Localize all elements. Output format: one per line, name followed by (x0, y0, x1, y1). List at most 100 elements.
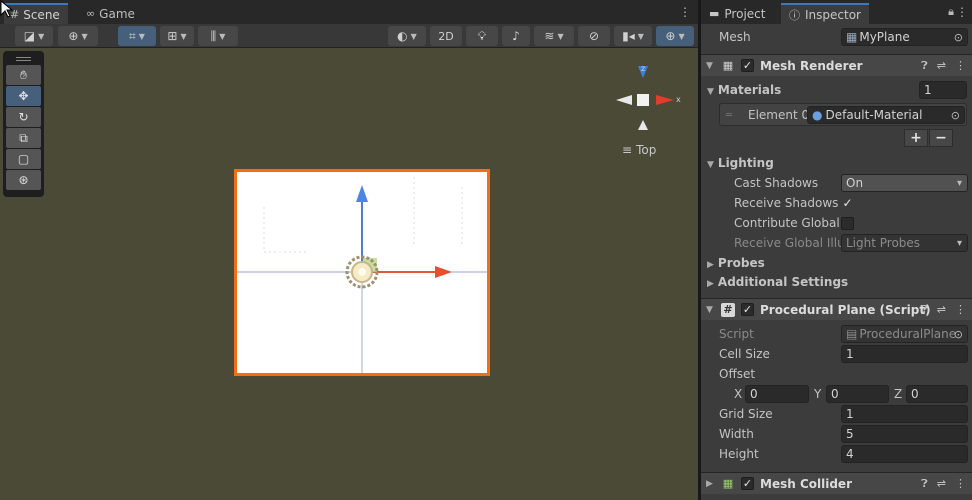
y-axis-arrow-icon (356, 185, 368, 202)
grid-snapping-button[interactable]: ⌗ ▼ (118, 26, 156, 46)
receive-shadows-checkbox[interactable]: ✓ (841, 197, 854, 210)
scale-tool-button[interactable]: ⧉ (6, 128, 41, 148)
material-sphere-icon: ● (812, 108, 823, 122)
camera-icon: ▮◂ (622, 29, 635, 43)
add-element-button[interactable]: + (904, 129, 928, 147)
inspector-menu-icon[interactable]: ⋮ (956, 5, 968, 19)
effects-layers-icon: ≋ (544, 29, 555, 43)
global-toggle-button[interactable]: ⊕ ▼ (58, 26, 98, 46)
help-icon[interactable]: ❓︎ (921, 59, 928, 73)
materials-label[interactable]: ▼ Materials (707, 83, 781, 97)
mesh-collider-enabled-checkbox[interactable]: ✓ (741, 477, 754, 490)
contribute-gi-checkbox[interactable] (841, 216, 854, 230)
component-menu-icon[interactable]: ⋮ (955, 303, 966, 317)
tab-project[interactable]: ▬ Project (701, 3, 773, 24)
light-bulb-icon: 💡︎ (477, 28, 487, 43)
additional-settings-foldout[interactable]: ▶ Additional Settings (707, 275, 848, 289)
remove-element-button[interactable]: − (929, 129, 953, 147)
offset-z-label[interactable]: Z (894, 387, 902, 401)
height-label[interactable]: Height (719, 447, 759, 461)
reorder-handle-icon[interactable]: ═ (726, 110, 732, 121)
foldout-arrow-icon[interactable]: ▼ (706, 305, 713, 315)
mode-2d-button[interactable]: 2D (430, 26, 462, 46)
script-field: ▤ ProceduralPlane ⊙ (841, 325, 968, 343)
object-picker-icon[interactable]: ⊙ (951, 109, 960, 122)
tab-game[interactable]: ∞ Game (80, 3, 143, 24)
shading-mode-button[interactable]: ◐ ▼ (388, 26, 426, 46)
mesh-collider-header[interactable]: ▶ ▦ ✓ Mesh Collider ❓︎ ⇌ ⋮ (701, 472, 972, 494)
help-icon[interactable]: ❓︎ (921, 477, 928, 491)
lock-icon[interactable]: 🔒︎ (948, 5, 954, 19)
grid-size-label[interactable]: Grid Size (719, 407, 773, 421)
offset-y-label[interactable]: Y (814, 387, 821, 401)
mesh-renderer-enabled-checkbox[interactable]: ✓ (741, 59, 754, 72)
scene-menu-icon[interactable]: ⋮ (679, 5, 691, 19)
probes-foldout[interactable]: ▶ Probes (707, 256, 765, 270)
width-label[interactable]: Width (719, 427, 754, 441)
materials-count-field[interactable]: 1 (919, 81, 967, 99)
offset-y-field[interactable]: 0 (826, 385, 889, 403)
snap-increment-button[interactable]: ⊞ ▼ (160, 26, 194, 46)
cell-size-field[interactable]: 1 (841, 345, 968, 363)
hidden-objects-button[interactable]: ⊘ (578, 26, 610, 46)
procedural-plane-enabled-checkbox[interactable]: ✓ (741, 303, 754, 316)
orientation-gizmo[interactable]: z x (612, 62, 684, 132)
transform-tool-button[interactable]: ⊛ (6, 170, 41, 190)
height-value: 4 (846, 447, 854, 461)
chevron-down-icon: ▼ (410, 31, 417, 41)
grid-size-row: Grid Size 1 (701, 404, 972, 424)
width-field[interactable]: 5 (841, 425, 968, 443)
offset-x-label[interactable]: X (734, 387, 742, 401)
effects-button[interactable]: ≋ ▼ (534, 26, 574, 46)
mesh-field[interactable]: ▦ MyPlane ⊙ (841, 28, 968, 46)
cell-size-label[interactable]: Cell Size (719, 347, 770, 361)
help-icon[interactable]: ❓︎ (921, 303, 928, 317)
tools-drag-handle[interactable] (6, 54, 41, 64)
offset-z-field[interactable]: 0 (906, 385, 968, 403)
foldout-arrow-icon[interactable]: ▶ (706, 479, 713, 489)
selected-plane-object[interactable] (234, 169, 490, 376)
presets-icon[interactable]: ⇌ (937, 59, 946, 73)
camera-settings-button[interactable]: ▮◂ ▼ (614, 26, 652, 46)
cast-shadows-dropdown[interactable]: On (841, 174, 968, 192)
hand-tool-button[interactable]: ✋︎ (6, 65, 41, 85)
width-row: Width 5 (701, 424, 972, 444)
height-field[interactable]: 4 (841, 445, 968, 463)
chevron-down-icon: ▼ (557, 31, 564, 41)
offset-x-field[interactable]: 0 (745, 385, 809, 403)
rotate-tool-button[interactable]: ↻ (6, 107, 41, 127)
tab-inspector[interactable]: ⓘ Inspector (781, 3, 869, 24)
view-orientation-label[interactable]: ≡ Top (622, 143, 656, 157)
presets-icon[interactable]: ⇌ (937, 477, 946, 491)
gizmos-button[interactable]: ⊕ ▼ (656, 26, 694, 46)
draw-mode-button[interactable]: ◪ ▼ (15, 26, 53, 46)
inspector-panel: ▬ Project ⓘ Inspector 🔒︎ ⋮ Mesh ▦ MyPlan… (701, 0, 972, 500)
audio-toggle-button[interactable]: ♪ (502, 26, 530, 46)
component-menu-icon[interactable]: ⋮ (955, 477, 966, 491)
move-icon: ✥ (18, 89, 29, 103)
gamepad-icon: ∞ (86, 7, 96, 20)
receive-shadows-label: Receive Shadows (734, 196, 839, 210)
chevron-down-icon: ▼ (38, 31, 45, 41)
foldout-arrow-icon[interactable]: ▼ (706, 61, 713, 71)
receive-gi-label: Receive Global Illu (734, 236, 845, 250)
mesh-renderer-title: Mesh Renderer (760, 58, 863, 73)
hand-icon: ✋︎ (20, 67, 27, 82)
procedural-plane-title: Procedural Plane (Script) (760, 302, 931, 317)
height-row: Height 4 (701, 444, 972, 464)
offset-label: Offset (719, 367, 756, 381)
grid-size-field[interactable]: 1 (841, 405, 968, 423)
procedural-plane-header[interactable]: ▼ # ✓ Procedural Plane (Script) ❓︎ ⇌ ⋮ (701, 298, 972, 320)
object-picker-icon[interactable]: ⊙ (954, 31, 963, 44)
rect-tool-button[interactable]: ▢ (6, 149, 41, 169)
move-tool-button[interactable]: ✥ (6, 86, 41, 106)
ruler-button[interactable]: ⫼ ▼ (198, 26, 238, 46)
component-menu-icon[interactable]: ⋮ (955, 59, 966, 73)
mesh-renderer-header[interactable]: ▼ ▦ ✓ Mesh Renderer ❓︎ ⇌ ⋮ (701, 54, 972, 76)
offset-y-value: 0 (831, 387, 839, 401)
element-0-field[interactable]: ● Default-Material ⊙ (807, 106, 965, 124)
presets-icon[interactable]: ⇌ (937, 303, 946, 317)
lighting-foldout[interactable]: ▼ Lighting (707, 156, 774, 170)
lighting-toggle-button[interactable]: 💡︎ (466, 26, 498, 46)
cast-shadows-value: On (846, 176, 864, 190)
